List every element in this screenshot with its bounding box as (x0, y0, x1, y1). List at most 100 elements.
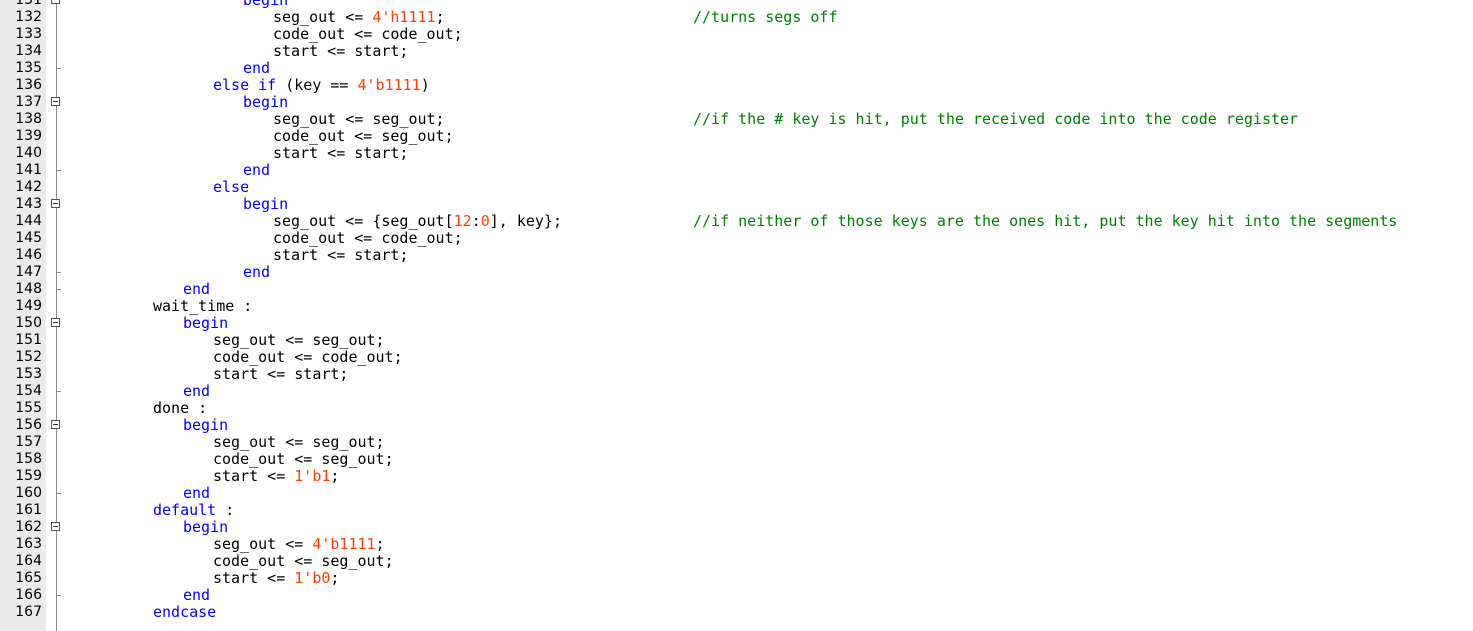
code-line[interactable]: 138 seg_out <= seg_out; //if the # key is … (0, 111, 1473, 128)
text-token: ; (330, 569, 340, 587)
keyword-token: default (153, 501, 217, 519)
code-line[interactable]: 160 end (0, 485, 1473, 502)
code-text: end (183, 587, 210, 604)
code-line[interactable]: 145 code_out <= code_out; (0, 230, 1473, 247)
line-number: 134 (15, 43, 42, 59)
code-text: code_out <= code_out; (213, 349, 403, 366)
collapse-fold-icon[interactable] (51, 522, 60, 531)
code-line[interactable]: 153 start <= start; (0, 366, 1473, 383)
line-number: 146 (15, 247, 42, 263)
collapse-fold-icon[interactable] (51, 199, 60, 208)
keyword-token: end (183, 484, 211, 502)
text-token: code_out <= code_out; (273, 25, 463, 43)
keyword-token: begin (183, 314, 229, 332)
code-line[interactable]: 162 begin (0, 519, 1473, 536)
line-number: 147 (15, 264, 42, 280)
line-number: 150 (15, 315, 42, 331)
collapse-fold-icon[interactable] (51, 420, 60, 429)
code-text: begin (183, 417, 228, 434)
keyword-token: end (243, 59, 271, 77)
code-text: end (243, 60, 270, 77)
code-text: code_out <= seg_out; (213, 451, 394, 468)
code-line[interactable]: 166 end (0, 587, 1473, 604)
code-line[interactable]: 164 code_out <= seg_out; (0, 553, 1473, 570)
code-line[interactable]: 143 begin (0, 196, 1473, 213)
text-token: start <= start; (273, 42, 409, 60)
code-line[interactable]: 134 start <= start; (0, 43, 1473, 60)
fold-end-marker (56, 493, 61, 494)
code-line[interactable]: 163 seg_out <= 4'b1111; (0, 536, 1473, 553)
code-text: wait_time : (153, 298, 252, 315)
code-text: seg_out <= 4'h1111; (273, 9, 445, 26)
code-line[interactable]: 148 end (0, 281, 1473, 298)
code-line[interactable]: 155 done : (0, 400, 1473, 417)
code-line[interactable]: 141 end (0, 162, 1473, 179)
line-number: 137 (15, 94, 42, 110)
code-line[interactable]: 150 begin (0, 315, 1473, 332)
code-line[interactable]: 149 wait_time : (0, 298, 1473, 315)
code-text: default : (153, 502, 234, 519)
code-line[interactable]: 135 end (0, 60, 1473, 77)
text-token: seg_out <= (213, 535, 313, 553)
code-line[interactable]: 152 code_out <= code_out; (0, 349, 1473, 366)
code-text: seg_out <= seg_out; (213, 332, 385, 349)
line-number: 156 (15, 417, 42, 433)
code-comment: //if neither of those keys are the ones … (693, 212, 1398, 230)
line-number: 138 (15, 111, 42, 127)
line-number: 153 (15, 366, 42, 382)
code-editor[interactable]: 131 begin 132 seg_out <= 4'h1111; //turns se… (0, 0, 1473, 631)
code-line[interactable]: 159 start <= 1'b1; (0, 468, 1473, 485)
text-token: code_out <= seg_out; (273, 127, 454, 145)
code-line[interactable]: 165 start <= 1'b0; (0, 570, 1473, 587)
text-token: start <= start; (273, 246, 409, 264)
code-text: start <= start; (273, 145, 408, 162)
number-token: 12 (453, 212, 472, 230)
code-line[interactable]: 133 code_out <= code_out; (0, 26, 1473, 43)
code-text: begin (183, 519, 228, 536)
line-number: 166 (15, 587, 42, 603)
code-line[interactable]: 154 end (0, 383, 1473, 400)
line-number: 145 (15, 230, 42, 246)
collapse-fold-icon[interactable] (51, 318, 60, 327)
code-line[interactable]: 136 else if (key == 4'b1111) (0, 77, 1473, 94)
line-number: 141 (15, 162, 42, 178)
code-text: begin (243, 196, 288, 213)
code-text: seg_out <= 4'b1111; (213, 536, 385, 553)
line-number: 144 (15, 213, 42, 229)
text-token: start <= (213, 467, 295, 485)
code-line[interactable]: 158 code_out <= seg_out; (0, 451, 1473, 468)
text-token: code_out <= seg_out; (213, 450, 394, 468)
fold-end-marker (56, 595, 61, 596)
text-token: seg_out <= {seg_out[ (273, 212, 454, 230)
code-line[interactable]: 156 begin (0, 417, 1473, 434)
line-number: 161 (15, 502, 42, 518)
text-token: ; (330, 467, 340, 485)
code-line[interactable]: 147 end (0, 264, 1473, 281)
code-text: code_out <= code_out; (273, 230, 463, 247)
code-line[interactable]: 139 code_out <= seg_out; (0, 128, 1473, 145)
code-text: start <= start; (273, 43, 408, 60)
line-number: 165 (15, 570, 42, 586)
code-text: seg_out <= seg_out; (273, 111, 445, 128)
code-line[interactable]: 157 seg_out <= seg_out; (0, 434, 1473, 451)
code-line[interactable]: 146 start <= start; (0, 247, 1473, 264)
code-line[interactable]: 151 seg_out <= seg_out; (0, 332, 1473, 349)
keyword-token: endcase (153, 603, 217, 621)
number-token: 1'b0 (294, 569, 331, 587)
line-number: 158 (15, 451, 42, 467)
keyword-token: begin (183, 518, 229, 536)
collapse-fold-icon[interactable] (51, 0, 60, 4)
code-line[interactable]: 132 seg_out <= 4'h1111; //turns segs off (0, 9, 1473, 26)
code-line[interactable]: 142 else (0, 179, 1473, 196)
code-line[interactable]: 167 endcase (0, 604, 1473, 621)
code-line[interactable]: 137 begin (0, 94, 1473, 111)
code-line[interactable]: 161 default : (0, 502, 1473, 519)
code-line[interactable]: 140 start <= start; (0, 145, 1473, 162)
collapse-fold-icon[interactable] (51, 97, 60, 106)
code-line[interactable]: 144 seg_out <= {seg_out[12:0], key}; //if … (0, 213, 1473, 230)
text-token: : (216, 501, 235, 519)
text-token: start <= start; (273, 144, 409, 162)
text-token: code_out <= seg_out; (213, 552, 394, 570)
keyword-token: end (183, 280, 211, 298)
keyword-token: end (243, 161, 271, 179)
